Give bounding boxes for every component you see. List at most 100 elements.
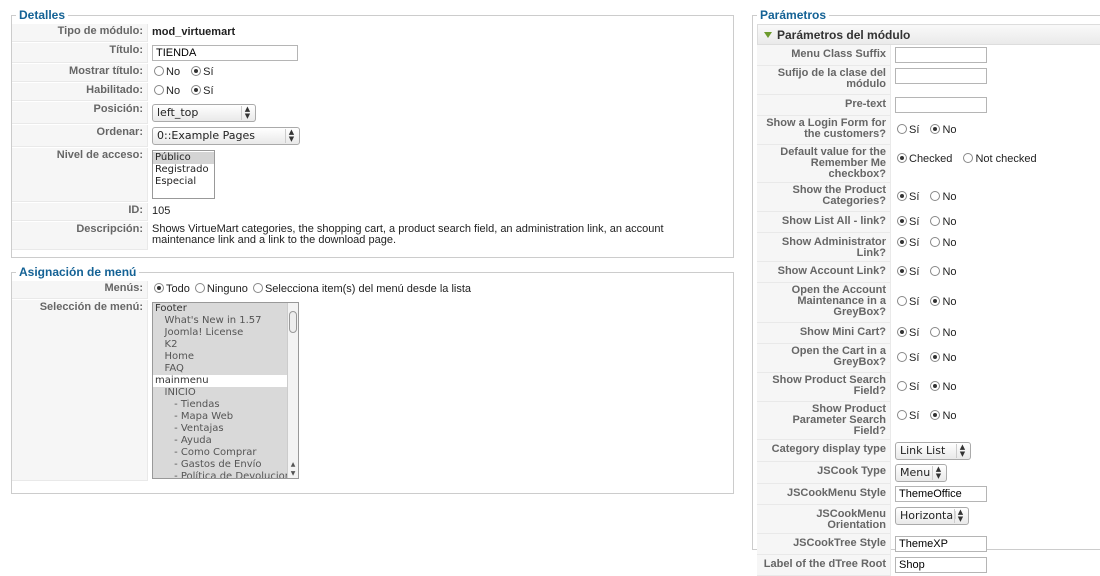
select-arrows-icon: ▲ ▼: [956, 444, 968, 458]
no-label: No: [942, 124, 957, 136]
remember-default-radio-group: Checked Not checked: [891, 145, 1100, 183]
show-admin-no-radio[interactable]: [930, 237, 941, 247]
enabled-yes-radio[interactable]: [191, 85, 202, 95]
menu-assignment-legend: Asignación de menú: [19, 265, 137, 279]
open-account-greybox-radio-group: Sí No: [891, 283, 1100, 323]
menu-list-option[interactable]: - Como Comprar: [153, 447, 298, 459]
id-value: 105: [152, 205, 171, 217]
dtree-root-input[interactable]: [895, 557, 987, 573]
menu-list-option[interactable]: - Ayuda: [153, 435, 298, 447]
show-search-no-radio[interactable]: [930, 381, 941, 391]
title-input[interactable]: [152, 45, 298, 61]
show-param-search-no-radio[interactable]: [930, 410, 941, 420]
access-option[interactable]: Registrado: [153, 164, 214, 176]
open-cart-greybox-yes-radio[interactable]: [897, 352, 907, 362]
menu-listbox-scrollbar[interactable]: ▲ ▼: [287, 303, 298, 478]
order-select-value: 0::Example Pages: [157, 129, 255, 142]
show-categories-yes-radio[interactable]: [897, 191, 907, 201]
select-arrows-icon: ▲ ▼: [932, 466, 944, 480]
menu-list-option[interactable]: FAQ: [153, 363, 298, 375]
menu-list-option[interactable]: Home: [153, 351, 298, 363]
show-categories-radio-group: Sí No: [891, 183, 1100, 212]
yes-label: Sí: [909, 124, 920, 136]
show-account-label: Show Account Link?: [757, 262, 891, 283]
access-label: Nivel de acceso:: [12, 148, 148, 202]
checked-label: Checked: [909, 153, 953, 165]
remember-not-checked-radio[interactable]: [963, 153, 974, 163]
menu-class-suffix-input[interactable]: [895, 47, 987, 63]
show-list-all-no-radio[interactable]: [930, 216, 941, 226]
show-title-no-radio[interactable]: [154, 66, 164, 76]
scroll-up-icon[interactable]: ▲: [288, 461, 298, 469]
menu-list-option[interactable]: INICIO: [153, 387, 298, 399]
scrollbar-thumb[interactable]: [289, 311, 297, 333]
no-label: No: [942, 296, 957, 308]
menu-class-suffix-label: Menu Class Suffix: [757, 45, 891, 66]
show-account-radio-group: Sí No: [891, 262, 1100, 283]
show-account-no-radio[interactable]: [930, 266, 941, 276]
show-login-yes-radio[interactable]: [897, 124, 907, 134]
menu-list-option[interactable]: - Gastos de Envío: [153, 459, 298, 471]
access-option[interactable]: Público: [153, 152, 214, 164]
enabled-no-radio[interactable]: [154, 85, 164, 95]
yes-label: Sí: [909, 296, 920, 308]
jscookmenu-style-input[interactable]: [895, 486, 987, 502]
expand-triangle-icon: [764, 32, 772, 38]
jscooktree-style-label: JSCookTree Style: [757, 534, 891, 555]
pretext-label: Pre-text: [757, 95, 891, 116]
jscookmenu-style-label: JSCookMenu Style: [757, 484, 891, 505]
menu-list-option[interactable]: - Mapa Web: [153, 411, 298, 423]
show-categories-label: Show the Product Categories?: [757, 183, 891, 212]
category-display-type-select[interactable]: Link List ▲ ▼: [895, 442, 971, 460]
show-list-all-yes-radio[interactable]: [897, 216, 907, 226]
menu-list-option[interactable]: - Ventajas: [153, 423, 298, 435]
menu-list-option[interactable]: Footer: [153, 303, 298, 315]
show-account-yes-radio[interactable]: [897, 266, 907, 276]
show-search-radio-group: Sí No: [891, 373, 1100, 402]
show-title-yes-radio[interactable]: [191, 66, 202, 76]
remember-checked-radio[interactable]: [897, 153, 907, 163]
menus-select-radio[interactable]: [252, 283, 263, 293]
menus-label: Menús:: [12, 281, 148, 299]
jscook-type-select[interactable]: Menu ▲ ▼: [895, 464, 947, 482]
details-legend: Detalles: [19, 8, 66, 22]
open-cart-greybox-no-radio[interactable]: [930, 352, 941, 362]
jscookmenu-orientation-select[interactable]: Horizontal ▲ ▼: [895, 507, 969, 525]
show-categories-no-radio[interactable]: [930, 191, 941, 201]
open-account-greybox-no-radio[interactable]: [930, 296, 941, 306]
show-login-no-radio[interactable]: [930, 124, 941, 134]
menu-list-option[interactable]: mainmenu: [153, 375, 298, 387]
module-class-suffix-input[interactable]: [895, 68, 987, 84]
pretext-input[interactable]: [895, 97, 987, 113]
jscooktree-style-input[interactable]: [895, 536, 987, 552]
no-label: No: [942, 327, 957, 339]
menu-list-option[interactable]: - Tiendas: [153, 399, 298, 411]
position-select[interactable]: left_top ▲ ▼: [152, 104, 256, 122]
remember-default-label: Default value for the Remember Me checkb…: [757, 145, 891, 183]
show-search-yes-radio[interactable]: [897, 381, 907, 391]
yes-label: Sí: [909, 266, 920, 278]
menu-assignment-fieldset: Asignación de menú Menús: Todo Ninguno S…: [11, 265, 734, 494]
menus-all-radio[interactable]: [154, 283, 164, 293]
show-minicart-radio-group: Sí No: [891, 323, 1100, 344]
access-listbox[interactable]: Público Registrado Especial: [152, 150, 215, 199]
module-params-panel-header[interactable]: Parámetros del módulo: [757, 24, 1100, 45]
menus-none-radio[interactable]: [194, 283, 205, 293]
show-admin-yes-radio[interactable]: [897, 237, 907, 247]
menu-list-option[interactable]: Joomla! License: [153, 327, 298, 339]
show-minicart-no-radio[interactable]: [930, 327, 941, 337]
open-account-greybox-yes-radio[interactable]: [897, 296, 907, 306]
show-title-yes-label: Sí: [203, 66, 214, 78]
order-select[interactable]: 0::Example Pages ▲ ▼: [152, 127, 300, 145]
menu-selection-listbox[interactable]: Footer What's New in 1.57 Joomla! Licens…: [152, 302, 299, 479]
show-minicart-yes-radio[interactable]: [897, 327, 907, 337]
details-fieldset: Detalles Tipo de módulo: mod_virtuemart …: [11, 8, 734, 258]
menu-list-option[interactable]: What's New in 1.57: [153, 315, 298, 327]
scroll-down-icon[interactable]: ▼: [288, 470, 298, 478]
show-param-search-yes-radio[interactable]: [897, 410, 907, 420]
menu-list-option[interactable]: - Política de Devoluciones: [153, 471, 298, 478]
access-option[interactable]: Especial: [153, 176, 214, 188]
menu-list-option[interactable]: K2: [153, 339, 298, 351]
select-arrows-icon: ▲ ▼: [241, 106, 253, 120]
menus-none-label: Ninguno: [206, 283, 248, 295]
